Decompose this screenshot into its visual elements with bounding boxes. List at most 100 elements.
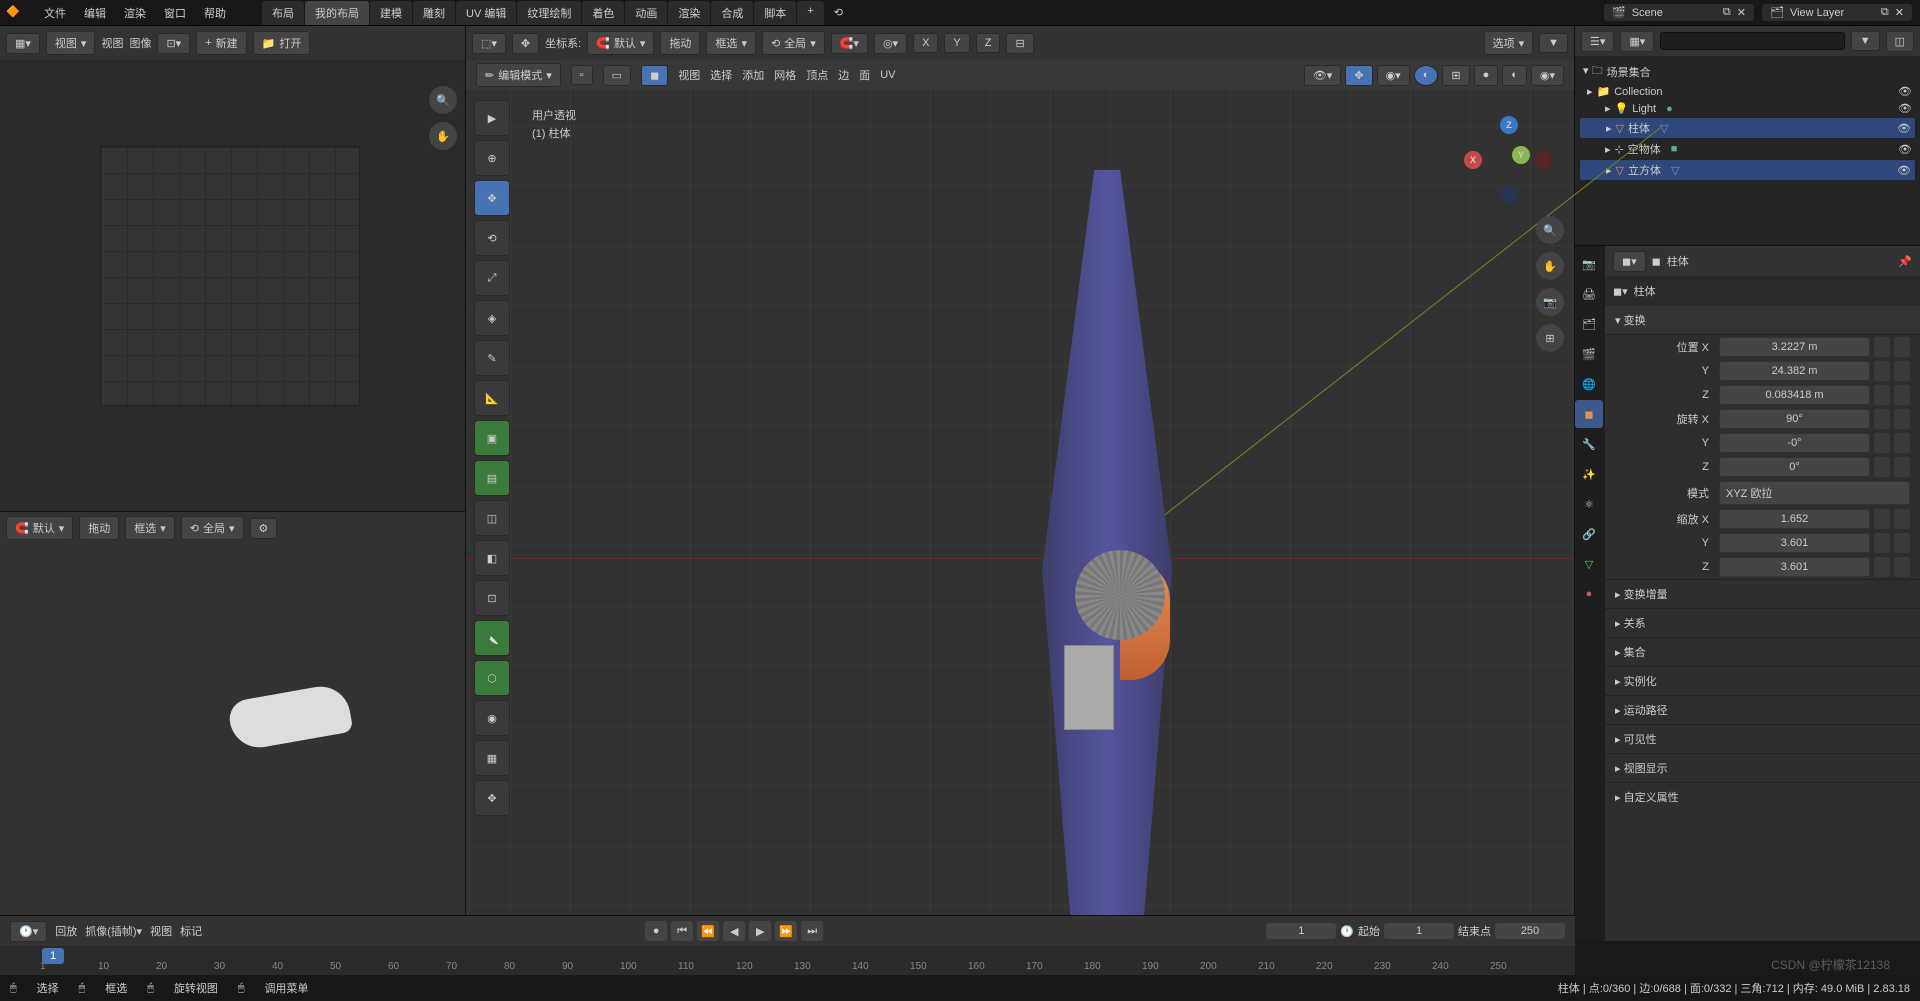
ptab-output-icon[interactable]: 🖨: [1575, 280, 1603, 308]
ptab-data-icon[interactable]: ▽: [1575, 550, 1603, 578]
nav-zoom-icon[interactable]: 🔍: [1536, 216, 1564, 244]
lock-icon[interactable]: [1874, 361, 1890, 381]
visibility-toggle-icon[interactable]: 👁: [1897, 164, 1911, 177]
uv-pivot[interactable]: ⊡▾: [157, 33, 190, 54]
tl-playback[interactable]: 回放: [55, 923, 77, 939]
uv-grid[interactable]: [100, 146, 360, 406]
tab-shading[interactable]: 着色: [582, 1, 624, 25]
lock-icon[interactable]: [1874, 385, 1890, 405]
ptab-constraint-icon[interactable]: 🔗: [1575, 520, 1603, 548]
visibility-toggle-icon[interactable]: 👁: [1898, 143, 1912, 156]
tool-bevel-icon[interactable]: ◧: [474, 540, 510, 576]
proportional-icon[interactable]: ◎▾: [874, 33, 907, 54]
gizmo-z[interactable]: Z: [1500, 116, 1518, 134]
vp2-uv[interactable]: UV: [880, 69, 895, 81]
editor-type-uv[interactable]: ▦▾: [6, 33, 40, 54]
tool-smooth-icon[interactable]: ▦: [474, 740, 510, 776]
gizmo-y[interactable]: Y: [1512, 146, 1530, 164]
jump-start-icon[interactable]: ⏮: [671, 921, 693, 941]
jump-end-icon[interactable]: ⏭: [801, 921, 823, 941]
select-edge-icon[interactable]: ▭: [603, 65, 631, 86]
panel-transform[interactable]: ▾ 变换: [1605, 306, 1920, 335]
vp-global[interactable]: ⟲ 全局▾: [762, 31, 825, 55]
vp-box[interactable]: 框选▾: [706, 31, 756, 55]
tree-scene-collection[interactable]: ▾ 🗀 场景集合: [1579, 60, 1916, 83]
anim-icon[interactable]: [1894, 409, 1910, 429]
menu-edit[interactable]: 编辑: [76, 1, 114, 25]
vp2-select[interactable]: 选择: [710, 67, 732, 83]
tab-modeling[interactable]: 建模: [370, 1, 412, 25]
vp2-mesh[interactable]: 网格: [774, 67, 796, 83]
tab-uv[interactable]: UV 编辑: [456, 1, 516, 25]
vp-filter-icon[interactable]: ▼: [1539, 33, 1568, 53]
vp2-view[interactable]: 视图: [678, 67, 700, 83]
lock-icon[interactable]: [1874, 337, 1890, 357]
pan-icon[interactable]: ✋: [429, 122, 457, 150]
visibility-toggle-icon[interactable]: 👁: [1898, 85, 1912, 98]
loc-z[interactable]: 0.083418 m: [1719, 385, 1870, 405]
anim-icon[interactable]: [1894, 433, 1910, 453]
tree-expand-icon[interactable]: ▸: [1605, 143, 1611, 156]
tool-extrude2-icon[interactable]: ▤: [474, 460, 510, 496]
panel-可见性[interactable]: ▸ 可见性: [1605, 724, 1920, 753]
prev-key-icon[interactable]: ⏪: [697, 921, 719, 941]
tab-add[interactable]: +: [797, 1, 823, 25]
play-rev-icon[interactable]: ◀: [723, 921, 745, 941]
tab-render[interactable]: 渲染: [668, 1, 710, 25]
frame-current[interactable]: 1: [1266, 923, 1336, 939]
scale-x[interactable]: 1.652: [1719, 509, 1870, 529]
overlay-toggle-icon[interactable]: ◉▾: [1377, 65, 1410, 86]
shade-wire-icon[interactable]: ⊞: [1442, 65, 1469, 86]
tool-extrude-icon[interactable]: ▣: [474, 420, 510, 456]
tool-measure-icon[interactable]: 📐: [474, 380, 510, 416]
ptab-physics-icon[interactable]: ⚛: [1575, 490, 1603, 518]
gizmo-neg-z[interactable]: [1500, 186, 1518, 204]
anim-icon[interactable]: [1894, 337, 1910, 357]
rot-y[interactable]: -0°: [1719, 433, 1870, 453]
tool-annotate-icon[interactable]: ✎: [474, 340, 510, 376]
secondary-object[interactable]: [227, 682, 354, 752]
tab-texpaint[interactable]: 纹理绘制: [517, 1, 581, 25]
lock-icon[interactable]: [1874, 457, 1890, 477]
cylinder-object[interactable]: [1075, 550, 1165, 640]
scene-close-icon[interactable]: ✕: [1737, 6, 1746, 19]
next-key-icon[interactable]: ⏩: [775, 921, 797, 941]
tab-anim[interactable]: 动画: [625, 1, 667, 25]
layer-close-icon[interactable]: ✕: [1895, 6, 1904, 19]
shade-matprev-icon[interactable]: ◐: [1502, 65, 1527, 86]
tool-spin-icon[interactable]: ◉: [474, 700, 510, 736]
panel-运动路径[interactable]: ▸ 运动路径: [1605, 695, 1920, 724]
tab-sculpt[interactable]: 雕刻: [413, 1, 455, 25]
outliner-filter-icon[interactable]: ▼: [1851, 31, 1880, 51]
frame-end[interactable]: 250: [1495, 923, 1565, 939]
tool-inset-icon[interactable]: ◫: [474, 500, 510, 536]
tool-cursor-icon[interactable]: ⊕: [474, 140, 510, 176]
tool-shrink-icon[interactable]: ✥: [474, 780, 510, 816]
sec-box[interactable]: 框选▾: [125, 516, 175, 540]
tree-expand-icon[interactable]: ▸: [1587, 85, 1593, 98]
vp-options[interactable]: 选项▾: [1484, 31, 1534, 55]
xray-icon[interactable]: ◐: [1414, 65, 1439, 86]
outliner-display-icon[interactable]: ▦▾: [1620, 31, 1654, 52]
vp2-face[interactable]: 面: [859, 67, 870, 83]
vp2-vert[interactable]: 顶点: [806, 67, 828, 83]
zoom-icon[interactable]: 🔍: [429, 86, 457, 114]
autokey-icon[interactable]: ●: [645, 921, 667, 941]
shade-solid-icon[interactable]: ●: [1474, 65, 1499, 86]
ptab-world-icon[interactable]: 🌐: [1575, 370, 1603, 398]
tree-item[interactable]: ▸ ⊹ 空物体 ■ 👁: [1579, 139, 1916, 159]
nav-camera-icon[interactable]: 📷: [1536, 288, 1564, 316]
lock-icon[interactable]: [1874, 557, 1890, 577]
menu-help[interactable]: 帮助: [196, 1, 234, 25]
visibility-toggle-icon[interactable]: 👁: [1898, 102, 1912, 115]
anim-icon[interactable]: [1894, 361, 1910, 381]
anim-icon[interactable]: [1894, 557, 1910, 577]
scale-y[interactable]: 3.601: [1719, 533, 1870, 553]
panel-关系[interactable]: ▸ 关系: [1605, 608, 1920, 637]
mode-selector[interactable]: ✏ 编辑模式▾: [476, 63, 561, 87]
select-vert-icon[interactable]: ▫: [571, 65, 593, 85]
automerge-icon[interactable]: ⊟: [1006, 33, 1033, 54]
tool-rotate-icon[interactable]: ⟲: [474, 220, 510, 256]
sec-drag[interactable]: 拖动: [79, 516, 119, 540]
visibility-icon[interactable]: 👁▾: [1304, 65, 1342, 86]
